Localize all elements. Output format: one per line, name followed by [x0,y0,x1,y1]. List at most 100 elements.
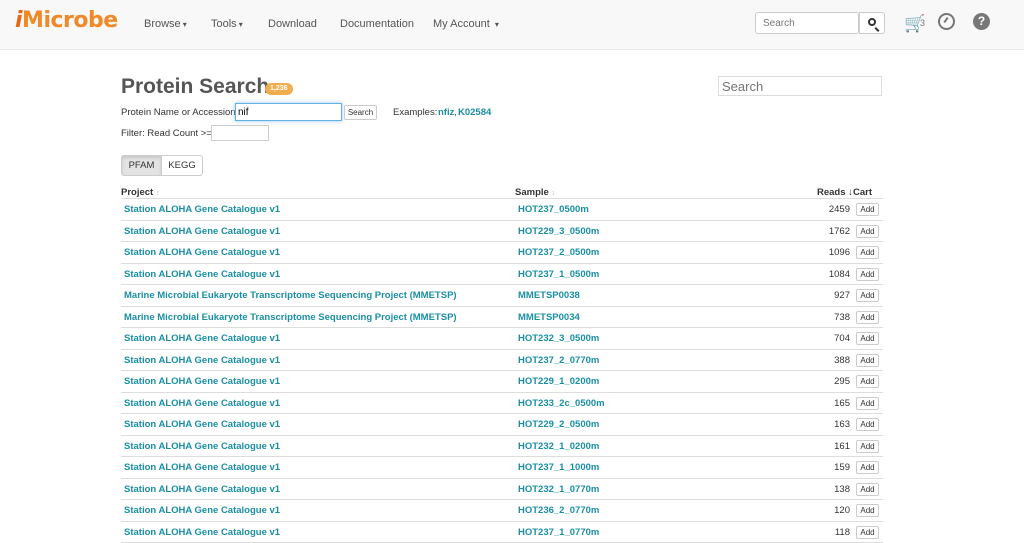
column-header-sample[interactable]: Sample ↕ [515,187,555,198]
read-count: 388 [834,355,850,366]
add-to-cart-button[interactable]: Add [856,311,879,324]
project-link[interactable]: Station ALOHA Gene Catalogue v1 [124,247,280,258]
add-to-cart-button[interactable]: Add [856,246,879,259]
project-link[interactable]: Station ALOHA Gene Catalogue v1 [124,419,280,430]
table-row: Station ALOHA Gene Catalogue v1 HOT229_2_… [121,414,883,436]
tab-pfam[interactable]: PFAM [121,155,162,176]
table-row: Station ALOHA Gene Catalogue v1 HOT229_1_… [121,371,883,393]
sample-link[interactable]: HOT237_2_0770m [518,355,599,366]
table-row: Station ALOHA Gene Catalogue v1 HOT233_2c… [121,393,883,415]
read-count: 138 [834,484,850,495]
sample-link[interactable]: HOT232_3_0500m [518,333,599,344]
page-search-input[interactable] [718,76,882,96]
nav-my-account[interactable]: My Account ▾ [433,18,499,30]
table-row: Marine Microbial Eukaryote Transcriptome… [121,307,883,329]
column-header-project[interactable]: Project ↕ [121,187,159,198]
caret-down-icon: ▾ [495,20,499,29]
project-link[interactable]: Station ALOHA Gene Catalogue v1 [124,333,280,344]
read-count: 738 [834,312,850,323]
nav-documentation[interactable]: Documentation [340,18,414,30]
nav-search-button[interactable] [859,12,885,34]
sample-link[interactable]: HOT232_1_0770m [518,484,599,495]
tab-kegg[interactable]: KEGG [161,155,203,176]
example-link-nfiz[interactable]: nfiz [438,107,454,118]
project-link[interactable]: Station ALOHA Gene Catalogue v1 [124,376,280,387]
sample-link[interactable]: HOT237_0500m [518,204,589,215]
sample-link[interactable]: HOT236_2_0770m [518,505,599,516]
nav-search-input[interactable] [755,12,859,34]
sample-link[interactable]: HOT237_1_0500m [518,269,599,280]
caret-down-icon: ▾ [239,20,243,29]
read-count: 165 [834,398,850,409]
add-to-cart-button[interactable]: Add [856,203,879,216]
project-link[interactable]: Station ALOHA Gene Catalogue v1 [124,204,280,215]
read-count: 1762 [829,226,850,237]
add-to-cart-button[interactable]: Add [856,289,879,302]
read-count: 1096 [829,247,850,258]
add-to-cart-button[interactable]: Add [856,225,879,238]
sample-link[interactable]: HOT229_2_0500m [518,419,599,430]
project-link[interactable]: Station ALOHA Gene Catalogue v1 [124,269,280,280]
add-to-cart-button[interactable]: Add [856,461,879,474]
project-link[interactable]: Station ALOHA Gene Catalogue v1 [124,484,280,495]
table-row: Station ALOHA Gene Catalogue v1 HOT229_3_… [121,221,883,243]
table-row: Marine Microbial Eukaryote Transcriptome… [121,285,883,307]
sample-link[interactable]: HOT232_1_0200m [518,441,599,452]
add-to-cart-button[interactable]: Add [856,375,879,388]
add-to-cart-button[interactable]: Add [856,440,879,453]
protein-search-button[interactable]: Search [344,105,377,120]
add-to-cart-button[interactable]: Add [856,354,879,367]
sample-link[interactable]: MMETSP0034 [518,312,580,323]
add-to-cart-button[interactable]: Add [856,483,879,496]
search-icon [868,18,876,26]
project-link[interactable]: Station ALOHA Gene Catalogue v1 [124,441,280,452]
examples-label: Examples: [393,107,437,118]
nav-browse[interactable]: Browse▾ [144,18,187,30]
project-link[interactable]: Station ALOHA Gene Catalogue v1 [124,398,280,409]
sample-link[interactable]: HOT237_1_1000m [518,462,599,473]
add-to-cart-button[interactable]: Add [856,504,879,517]
table-row: Station ALOHA Gene Catalogue v1 HOT237_1_… [121,522,883,543]
table-row: Station ALOHA Gene Catalogue v1 HOT237_2_… [121,350,883,372]
read-count: 704 [834,333,850,344]
add-to-cart-button[interactable]: Add [856,418,879,431]
add-to-cart-button[interactable]: Add [856,397,879,410]
project-link[interactable]: Marine Microbial Eukaryote Transcriptome… [124,312,457,323]
add-to-cart-button[interactable]: Add [856,268,879,281]
help-icon[interactable]: ? [973,13,990,30]
table-row: Station ALOHA Gene Catalogue v1 HOT232_1_… [121,436,883,458]
result-count-badge: 1,236 [265,83,293,95]
read-count: 927 [834,290,850,301]
sample-link[interactable]: HOT229_3_0500m [518,226,599,237]
sample-link[interactable]: HOT229_1_0200m [518,376,599,387]
project-link[interactable]: Marine Microbial Eukaryote Transcriptome… [124,290,457,301]
read-count: 161 [834,441,850,452]
table-row: Station ALOHA Gene Catalogue v1 HOT232_1_… [121,479,883,501]
read-count-filter-input[interactable] [211,125,269,141]
sample-link[interactable]: HOT233_2c_0500m [518,398,605,409]
protein-name-input[interactable] [235,103,342,121]
project-link[interactable]: Station ALOHA Gene Catalogue v1 [124,462,280,473]
project-link[interactable]: Station ALOHA Gene Catalogue v1 [124,527,280,538]
read-count: 295 [834,376,850,387]
read-count: 118 [835,527,850,538]
nav-download[interactable]: Download [268,18,317,30]
column-header-reads[interactable]: Reads ↓ [817,187,853,198]
protein-name-label: Protein Name or Accession: [121,107,238,118]
sample-link[interactable]: HOT237_1_0770m [518,527,599,538]
caret-down-icon: ▾ [183,20,187,29]
sort-icon: ↕ [156,190,160,197]
add-to-cart-button[interactable]: Add [856,526,879,539]
add-to-cart-button[interactable]: Add [856,332,879,345]
table-row: Station ALOHA Gene Catalogue v1 HOT237_1_… [121,457,883,479]
example-link-k02584[interactable]: K02584 [458,107,491,118]
dashboard-icon[interactable] [938,13,955,30]
project-link[interactable]: Station ALOHA Gene Catalogue v1 [124,505,280,516]
project-link[interactable]: Station ALOHA Gene Catalogue v1 [124,226,280,237]
nav-tools[interactable]: Tools▾ [211,18,243,30]
sample-link[interactable]: MMETSP0038 [518,290,580,301]
read-count: 1084 [829,269,850,280]
imicrobe-logo[interactable]: iMicrobe [15,8,118,33]
sample-link[interactable]: HOT237_2_0500m [518,247,599,258]
project-link[interactable]: Station ALOHA Gene Catalogue v1 [124,355,280,366]
